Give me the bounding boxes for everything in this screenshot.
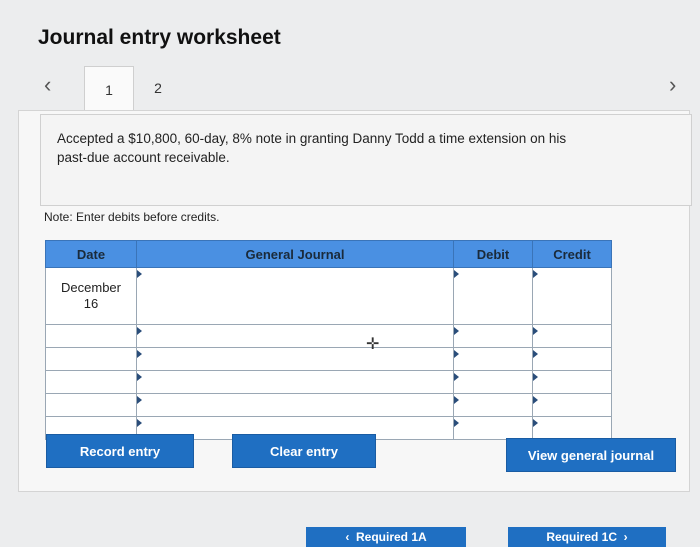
credit-input[interactable] [532,347,612,371]
header-date: Date [45,240,137,268]
chevron-right-icon[interactable]: › [669,72,676,98]
page-title: Journal entry worksheet [38,26,281,49]
debit-input[interactable] [453,370,533,394]
table-row [45,370,612,394]
account-input[interactable] [136,393,454,417]
tab-1[interactable]: 1 [84,66,134,112]
table-header-row: Date General Journal Debit Credit [45,240,612,268]
date-cell[interactable] [45,347,137,371]
table-row [45,393,612,417]
table-row [45,324,612,348]
view-general-journal-button[interactable]: View general journal [506,438,676,472]
account-input[interactable] [136,370,454,394]
date-cell[interactable] [45,393,137,417]
tab-navigation: ‹ 1 2 › [0,66,700,112]
scenario-box: Accepted a $10,800, 60-day, 8% note in g… [40,114,692,206]
header-credit: Credit [532,240,612,268]
tab-label: 1 [105,81,113,98]
debit-input[interactable] [453,324,533,348]
chevron-left-icon[interactable]: ‹ [44,72,51,98]
account-input[interactable] [136,267,454,325]
chevron-right-icon: › [617,530,628,544]
credit-input[interactable] [532,267,612,325]
prev-required-button[interactable]: ‹ Required 1A [306,527,466,547]
credit-input[interactable] [532,416,612,440]
next-required-button[interactable]: Required 1C › [508,527,666,547]
tab-label: 2 [154,80,162,96]
header-debit: Debit [453,240,533,268]
tab-2[interactable]: 2 [134,66,182,110]
account-input[interactable] [136,324,454,348]
credit-input[interactable] [532,324,612,348]
header-general-journal: General Journal [136,240,454,268]
date-month: December [61,280,121,295]
date-day: 16 [83,296,99,311]
credit-input[interactable] [532,370,612,394]
date-cell[interactable] [45,324,137,348]
date-cell[interactable] [45,370,137,394]
table-row [45,347,612,371]
clear-entry-button[interactable]: Clear entry [232,434,376,468]
account-input[interactable] [136,347,454,371]
debit-input[interactable] [453,347,533,371]
scenario-text: Accepted a $10,800, 60-day, 8% note in g… [57,131,567,165]
journal-table: Date General Journal Debit Credit Decemb… [45,240,612,440]
table-row: December 16 [45,267,612,325]
date-cell[interactable]: December 16 [45,267,137,325]
credit-input[interactable] [532,393,612,417]
prev-required-label: Required 1A [355,530,427,544]
move-cursor-icon: ✛ [366,336,380,353]
debit-input[interactable] [453,393,533,417]
chevron-left-icon: ‹ [345,530,356,544]
entry-note: Note: Enter debits before credits. [44,210,220,224]
next-required-label: Required 1C [546,530,617,544]
debit-input[interactable] [453,416,533,440]
record-entry-button[interactable]: Record entry [46,434,194,468]
debit-input[interactable] [453,267,533,325]
